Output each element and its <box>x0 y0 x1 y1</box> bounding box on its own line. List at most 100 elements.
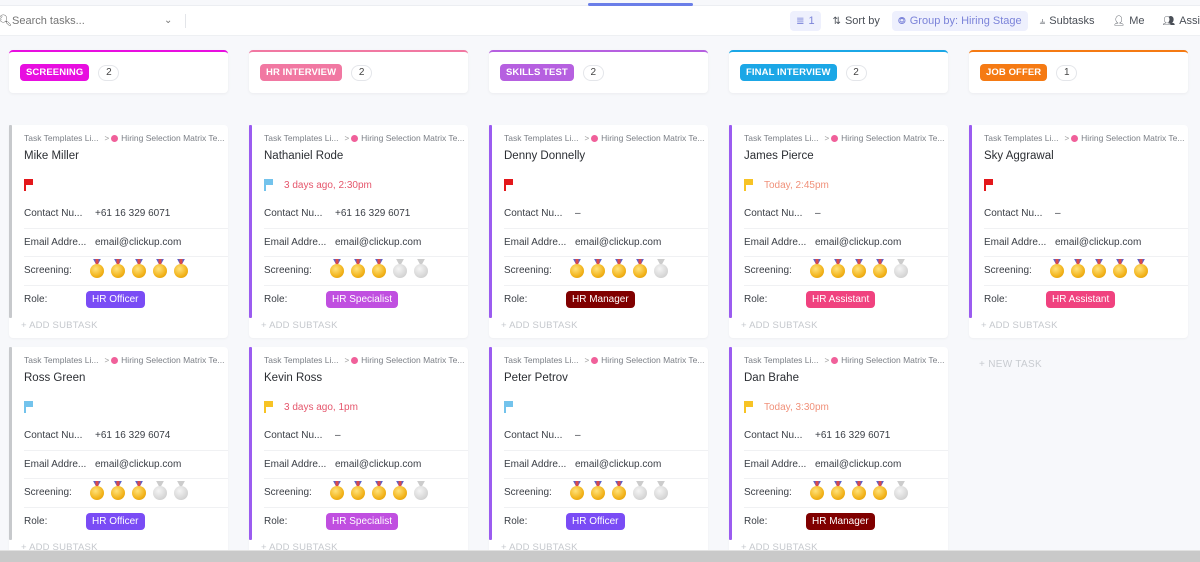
email-value[interactable]: email@clickup.com <box>335 237 421 248</box>
medal-icon[interactable] <box>89 480 105 501</box>
medal-icon[interactable] <box>569 258 585 279</box>
medal-icon[interactable] <box>329 480 345 501</box>
medal-icon[interactable] <box>152 480 168 501</box>
add-subtask-button[interactable]: + ADD SUBTASK <box>489 314 708 338</box>
role-badge[interactable]: HR Assistant <box>806 291 876 309</box>
email-value[interactable]: email@clickup.com <box>575 459 661 470</box>
priority-flag-icon[interactable] <box>264 179 274 191</box>
horizontal-scrollbar[interactable] <box>0 550 1200 562</box>
role-badge[interactable]: HR Specialist <box>326 513 399 531</box>
role-badge[interactable]: HR Officer <box>86 291 145 309</box>
task-card[interactable]: Task Templates Li... > Hiring Selection … <box>9 347 228 560</box>
screening-rating[interactable] <box>89 480 189 501</box>
breadcrumb-list[interactable]: Task Templates Li... <box>264 133 339 143</box>
medal-icon[interactable] <box>89 258 105 279</box>
medal-icon[interactable] <box>371 480 387 501</box>
breadcrumb-list[interactable]: Task Templates Li... <box>744 355 819 365</box>
role-badge[interactable]: HR Manager <box>806 513 875 531</box>
role-badge[interactable]: HR Assistant <box>1046 291 1116 309</box>
medal-icon[interactable] <box>329 258 345 279</box>
task-card[interactable]: Task Templates Li... > Hiring Selection … <box>249 125 468 338</box>
priority-flag-icon[interactable] <box>24 401 34 413</box>
breadcrumb-task[interactable]: Hiring Selection Matrix Te... <box>841 133 944 143</box>
contact-value[interactable]: – <box>815 208 821 219</box>
filter-button[interactable]: ≣ 1 <box>790 11 821 31</box>
me-filter-button[interactable]: 👤︎ Me <box>1107 11 1151 31</box>
task-card[interactable]: Task Templates Li... > Hiring Selection … <box>729 125 948 338</box>
breadcrumb-list[interactable]: Task Templates Li... <box>504 355 579 365</box>
stage-badge[interactable]: SCREENING <box>20 64 90 81</box>
candidate-name[interactable]: Denny Donnelly <box>504 150 708 165</box>
contact-value[interactable]: +61 16 329 6074 <box>95 430 170 441</box>
breadcrumb-task[interactable]: Hiring Selection Matrix Te... <box>841 355 944 365</box>
candidate-name[interactable]: Peter Petrov <box>504 372 708 387</box>
medal-icon[interactable] <box>590 258 606 279</box>
contact-value[interactable]: +61 16 329 6071 <box>95 208 170 219</box>
medal-icon[interactable] <box>653 258 669 279</box>
medal-icon[interactable] <box>173 258 189 279</box>
screening-rating[interactable] <box>809 480 909 501</box>
medal-icon[interactable] <box>632 480 648 501</box>
candidate-name[interactable]: Nathaniel Rode <box>264 150 468 165</box>
breadcrumb-list[interactable]: Task Templates Li... <box>504 133 579 143</box>
breadcrumb-task[interactable]: Hiring Selection Matrix Te... <box>361 133 464 143</box>
contact-value[interactable]: +61 16 329 6071 <box>815 430 890 441</box>
priority-flag-icon[interactable] <box>264 401 274 413</box>
medal-icon[interactable] <box>1112 258 1128 279</box>
medal-icon[interactable] <box>809 258 825 279</box>
medal-icon[interactable] <box>392 258 408 279</box>
breadcrumb-task[interactable]: Hiring Selection Matrix Te... <box>601 133 704 143</box>
candidate-name[interactable]: Kevin Ross <box>264 372 468 387</box>
task-card[interactable]: Task Templates Li... > Hiring Selection … <box>249 347 468 560</box>
email-value[interactable]: email@clickup.com <box>1055 237 1141 248</box>
due-date[interactable]: 3 days ago, 1pm <box>284 402 358 413</box>
due-date[interactable]: 3 days ago, 2:30pm <box>284 180 372 191</box>
medal-icon[interactable] <box>590 480 606 501</box>
email-value[interactable]: email@clickup.com <box>335 459 421 470</box>
screening-rating[interactable] <box>329 480 429 501</box>
role-badge[interactable]: HR Specialist <box>326 291 399 309</box>
task-card[interactable]: Task Templates Li... > Hiring Selection … <box>969 125 1188 338</box>
task-card[interactable]: Task Templates Li... > Hiring Selection … <box>729 347 948 560</box>
email-value[interactable]: email@clickup.com <box>815 237 901 248</box>
screening-rating[interactable] <box>1049 258 1149 279</box>
medal-icon[interactable] <box>851 480 867 501</box>
stage-badge[interactable]: JOB OFFER <box>980 64 1048 81</box>
breadcrumb-list[interactable]: Task Templates Li... <box>264 355 339 365</box>
breadcrumb-list[interactable]: Task Templates Li... <box>984 133 1059 143</box>
chevron-down-icon[interactable]: ⌄ <box>164 15 172 26</box>
priority-flag-icon[interactable] <box>744 179 754 191</box>
screening-rating[interactable] <box>809 258 909 279</box>
medal-icon[interactable] <box>173 480 189 501</box>
priority-flag-icon[interactable] <box>984 179 994 191</box>
medal-icon[interactable] <box>830 258 846 279</box>
medal-icon[interactable] <box>611 258 627 279</box>
role-badge[interactable]: HR Officer <box>566 513 625 531</box>
medal-icon[interactable] <box>872 480 888 501</box>
task-card[interactable]: Task Templates Li... > Hiring Selection … <box>489 125 708 338</box>
candidate-name[interactable]: Dan Brahe <box>744 372 948 387</box>
medal-icon[interactable] <box>392 480 408 501</box>
medal-icon[interactable] <box>1049 258 1065 279</box>
email-value[interactable]: email@clickup.com <box>95 237 181 248</box>
contact-value[interactable]: – <box>1055 208 1061 219</box>
search-input[interactable] <box>12 14 162 27</box>
medal-icon[interactable] <box>569 480 585 501</box>
contact-value[interactable]: – <box>335 430 341 441</box>
due-date[interactable]: Today, 3:30pm <box>764 402 829 413</box>
breadcrumb-list[interactable]: Task Templates Li... <box>24 133 99 143</box>
medal-icon[interactable] <box>830 480 846 501</box>
task-card[interactable]: Task Templates Li... > Hiring Selection … <box>9 125 228 338</box>
medal-icon[interactable] <box>1070 258 1086 279</box>
subtasks-button[interactable]: ⫨ Subtasks <box>1034 11 1101 31</box>
medal-icon[interactable] <box>131 258 147 279</box>
priority-flag-icon[interactable] <box>504 179 514 191</box>
breadcrumb-task[interactable]: Hiring Selection Matrix Te... <box>121 355 224 365</box>
medal-icon[interactable] <box>110 258 126 279</box>
screening-rating[interactable] <box>569 258 669 279</box>
medal-icon[interactable] <box>371 258 387 279</box>
add-subtask-button[interactable]: + ADD SUBTASK <box>729 314 948 338</box>
role-badge[interactable]: HR Officer <box>86 513 145 531</box>
breadcrumb-list[interactable]: Task Templates Li... <box>744 133 819 143</box>
medal-icon[interactable] <box>809 480 825 501</box>
